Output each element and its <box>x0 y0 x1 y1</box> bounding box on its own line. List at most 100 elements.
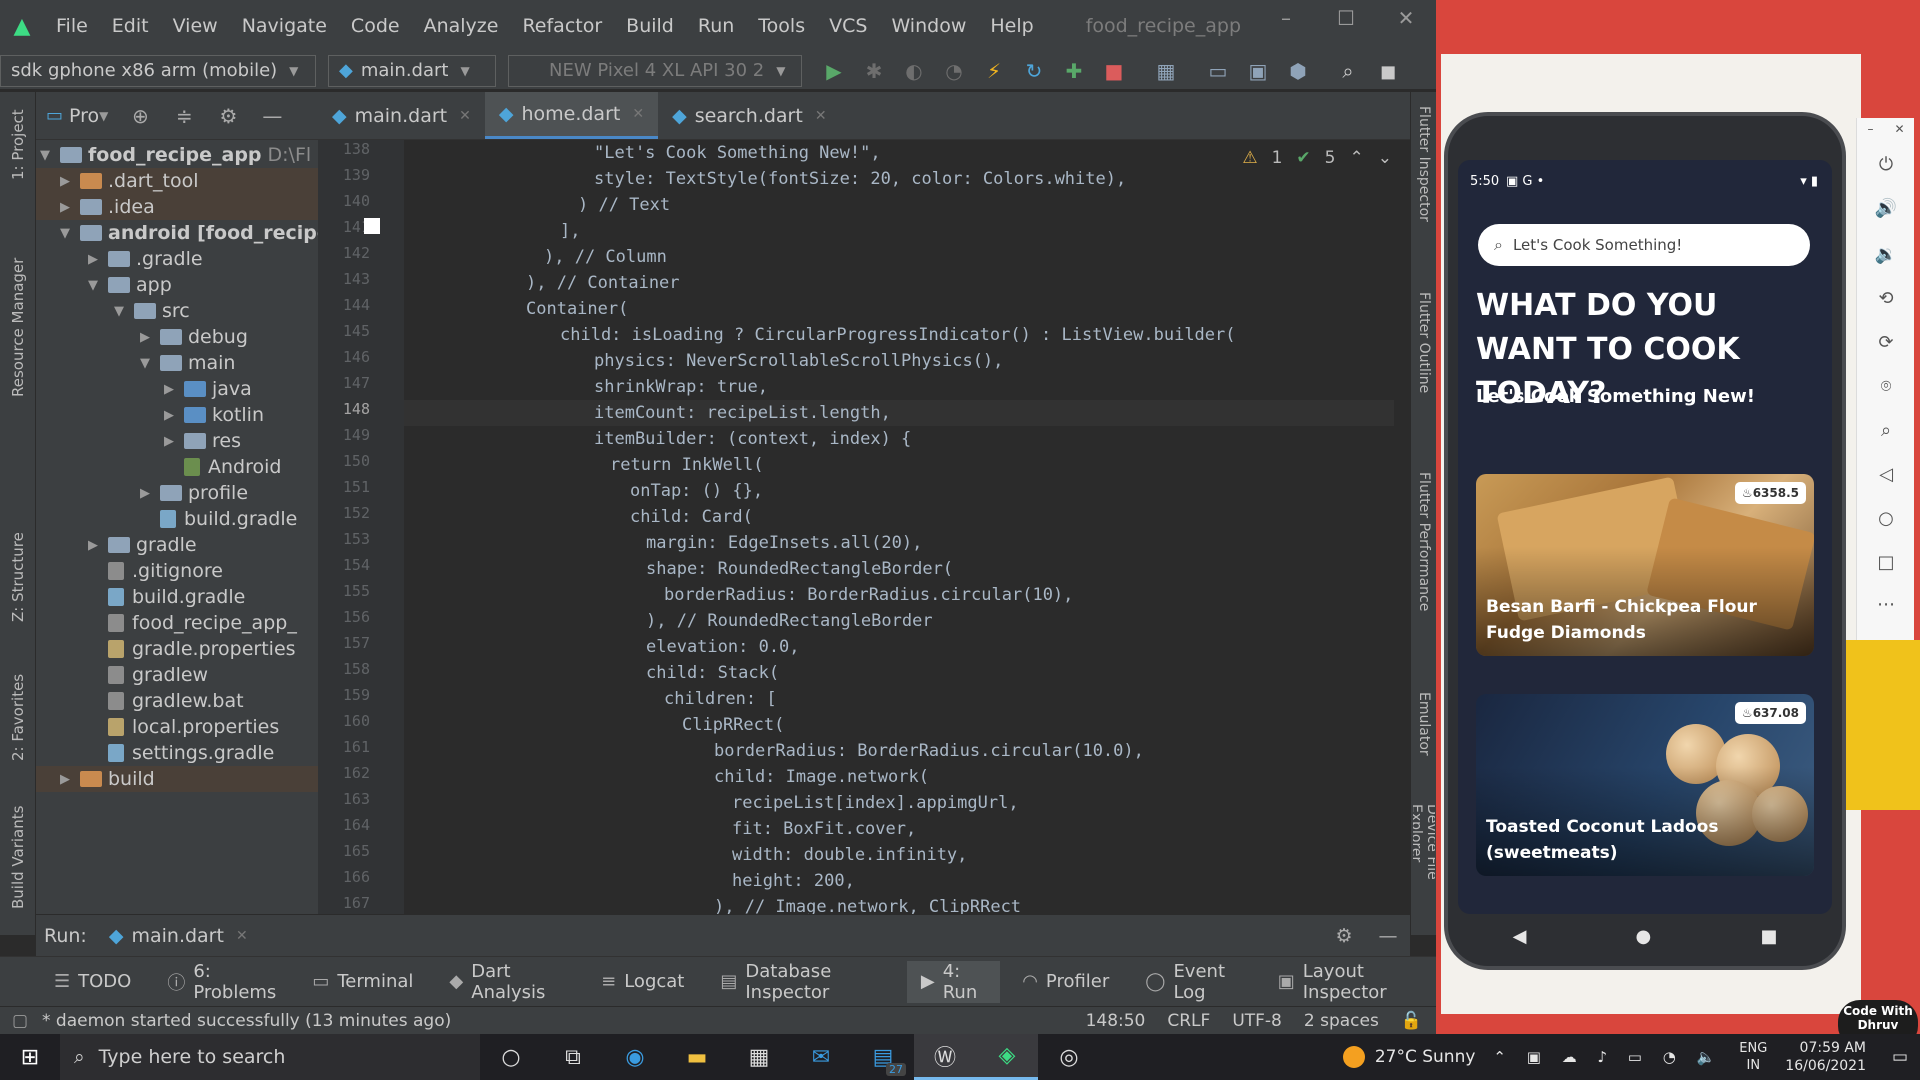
hot-reload-icon[interactable]: ⚡ <box>974 59 1014 83</box>
android-studio-taskbar-icon[interactable]: ◈ <box>976 1034 1038 1080</box>
file-encoding[interactable]: UTF-8 <box>1232 1011 1282 1031</box>
store-icon[interactable]: ▦ <box>728 1034 790 1080</box>
collapse-all-icon[interactable]: ≑ <box>162 104 206 128</box>
gear-icon[interactable]: ⚙ <box>1322 925 1366 947</box>
avd-manager-icon[interactable]: ▭ <box>1198 59 1238 83</box>
vtab-build-variants[interactable]: Build Variants <box>2 792 34 922</box>
home-icon[interactable]: ○ <box>1857 508 1915 529</box>
tooltab-event-log[interactable]: ◯ Event Log <box>1131 961 1255 1003</box>
menu-build[interactable]: Build <box>614 15 686 37</box>
stop-icon[interactable]: ■ <box>1094 59 1134 83</box>
search-icon[interactable]: ⌕ <box>1328 59 1368 83</box>
word-icon[interactable]: Ⓦ <box>914 1034 976 1080</box>
tree-item[interactable]: gradle.properties <box>36 636 296 662</box>
caret-position[interactable]: 148:50 <box>1086 1011 1146 1031</box>
gear-icon[interactable]: ⚙ <box>206 104 250 128</box>
tree-item[interactable]: ▶ debug <box>36 324 248 350</box>
menu-help[interactable]: Help <box>978 15 1045 37</box>
inspection-widget[interactable]: ⚠ 1 ✔ 5 ⌃ ⌄ <box>1242 148 1392 168</box>
locate-icon[interactable]: ⊕ <box>118 104 162 128</box>
power-icon[interactable]: ⏻ <box>1857 154 1915 175</box>
camera-icon[interactable]: ⌾ <box>1857 376 1915 397</box>
status-message[interactable]: * daemon started successfully (13 minute… <box>42 1011 451 1031</box>
run-tab-main-dart[interactable]: main.dart <box>131 925 223 947</box>
rotate-right-icon[interactable]: ⟳ <box>1857 332 1915 353</box>
tree-item[interactable]: ▼ app <box>36 272 172 298</box>
vtab-project[interactable]: 1: Project <box>2 100 34 190</box>
tooltab-todo[interactable]: ☰ TODO <box>40 971 145 992</box>
close-icon[interactable]: ✕ <box>236 928 248 944</box>
search-input[interactable]: ⌕ Let's Cook Something! <box>1478 224 1810 266</box>
tree-item[interactable]: ▼ android [food_recipe <box>36 220 318 246</box>
tree-item[interactable]: ▼ food_recipe_app D:\Fl <box>36 142 311 168</box>
overview-icon[interactable]: □ <box>1857 552 1915 573</box>
lock-icon[interactable]: 🔓 <box>1401 1011 1422 1031</box>
more-icon[interactable]: ⋯ <box>1857 594 1915 615</box>
code-area[interactable]: "Let's Cook Something New!", style: Text… <box>404 140 1394 914</box>
hide-icon[interactable]: — <box>250 104 294 128</box>
vtab-device-file-explorer[interactable]: Device File Explorer <box>1413 804 1435 934</box>
recipe-card[interactable]: ♨637.08 Toasted Coconut Ladoos (sweetmea… <box>1476 694 1814 876</box>
edge-icon[interactable]: ◉ <box>604 1034 666 1080</box>
zoom-icon[interactable]: ⌕ <box>1857 420 1915 441</box>
rotate-left-icon[interactable]: ⟲ <box>1857 288 1915 309</box>
recipe-card[interactable]: ♨6358.5 Besan Barfi - Chickpea Flour Fud… <box>1476 474 1814 656</box>
account-icon[interactable]: ◼ <box>1368 59 1408 83</box>
project-structure-icon[interactable]: ▦ <box>1146 59 1186 83</box>
vtab-structure[interactable]: Z: Structure <box>2 522 34 632</box>
mail-icon[interactable]: ✉ <box>790 1034 852 1080</box>
menu-file[interactable]: File <box>44 15 100 37</box>
vtab-flutter-inspector[interactable]: Flutter Inspector <box>1413 106 1435 266</box>
menu-code[interactable]: Code <box>339 15 412 37</box>
volume-down-icon[interactable]: 🔉 <box>1857 244 1915 265</box>
device-selector[interactable]: sdk gphone x86 arm (mobile) ▼ <box>0 54 316 87</box>
file-explorer-icon[interactable]: ▬ <box>666 1034 728 1080</box>
cortana-icon[interactable]: ○ <box>480 1034 542 1080</box>
tree-item[interactable]: gradlew.bat <box>36 688 244 714</box>
weather-widget[interactable]: 27°C Sunny <box>1342 1046 1475 1068</box>
tab-search-dart[interactable]: ◆ search.dart ✕ <box>658 92 840 139</box>
maximize-icon[interactable]: ☐ <box>1316 6 1376 30</box>
indent-setting[interactable]: 2 spaces <box>1304 1011 1379 1031</box>
menu-vcs[interactable]: VCS <box>817 15 879 37</box>
tree-item[interactable]: ▶ .dart_tool <box>36 168 318 194</box>
hide-icon[interactable]: — <box>1366 925 1410 947</box>
back-icon[interactable]: ◁ <box>1857 464 1915 485</box>
tree-item[interactable]: ▶ profile <box>36 480 248 506</box>
line-separator[interactable]: CRLF <box>1167 1011 1210 1031</box>
notification-center-icon[interactable]: ▭ <box>1880 1047 1920 1067</box>
close-icon[interactable]: ✕ <box>459 108 471 124</box>
recents-icon[interactable]: ■ <box>1760 926 1777 947</box>
coverage-icon[interactable]: ◐ <box>894 59 934 83</box>
tree-item[interactable]: .gitignore <box>36 558 223 584</box>
tree-item[interactable]: ▼ src <box>36 298 190 324</box>
menu-run[interactable]: Run <box>686 15 746 37</box>
vtab-flutter-outline[interactable]: Flutter Outline <box>1413 292 1435 442</box>
sdk-manager-icon[interactable]: ⬢ <box>1278 59 1318 83</box>
tooltab-layout-inspector[interactable]: ▣ Layout Inspector <box>1264 961 1436 1003</box>
chevron-up-icon[interactable]: ⌃ <box>1350 148 1364 168</box>
close-icon[interactable]: ✕ <box>632 106 644 122</box>
tree-item[interactable]: ▶ gradle <box>36 532 197 558</box>
vtab-resource-manager[interactable]: Resource Manager <box>2 242 34 412</box>
avd-selector[interactable]: NEW Pixel 4 XL API 30 2 ▼ <box>508 54 802 87</box>
obs-icon[interactable]: ◎ <box>1038 1034 1100 1080</box>
tooltab-database-inspector[interactable]: ▤ Database Inspector <box>706 961 899 1003</box>
volume-up-icon[interactable]: 🔊 <box>1857 198 1915 219</box>
tooltab-dart-analysis[interactable]: ◆ Dart Analysis <box>435 961 579 1003</box>
tree-item[interactable]: build.gradle <box>36 584 245 610</box>
tool-window-toggle-icon[interactable]: ▢ <box>12 1011 28 1031</box>
project-view-selector[interactable]: Pro <box>69 105 99 127</box>
gutter-marker[interactable] <box>364 218 380 234</box>
minimize-icon[interactable]: – <box>1867 122 1873 136</box>
vtab-flutter-performance[interactable]: Flutter Performance <box>1413 472 1435 672</box>
tooltab-problems[interactable]: ⓘ 6: Problems <box>153 961 290 1003</box>
tab-main-dart[interactable]: ◆ main.dart ✕ <box>318 92 485 139</box>
back-icon[interactable]: ◀ <box>1513 926 1527 947</box>
chevron-down-icon[interactable]: ▼ <box>99 109 108 123</box>
tooltab-profiler[interactable]: ◠ Profiler <box>1008 971 1123 992</box>
windows-start-icon[interactable]: ⊞ <box>0 1045 60 1070</box>
vtab-favorites[interactable]: 2: Favorites <box>2 662 34 772</box>
app-with-badge-icon[interactable]: ▤ 27 <box>852 1034 914 1080</box>
tree-item[interactable]: food_recipe_app_ <box>36 610 297 636</box>
